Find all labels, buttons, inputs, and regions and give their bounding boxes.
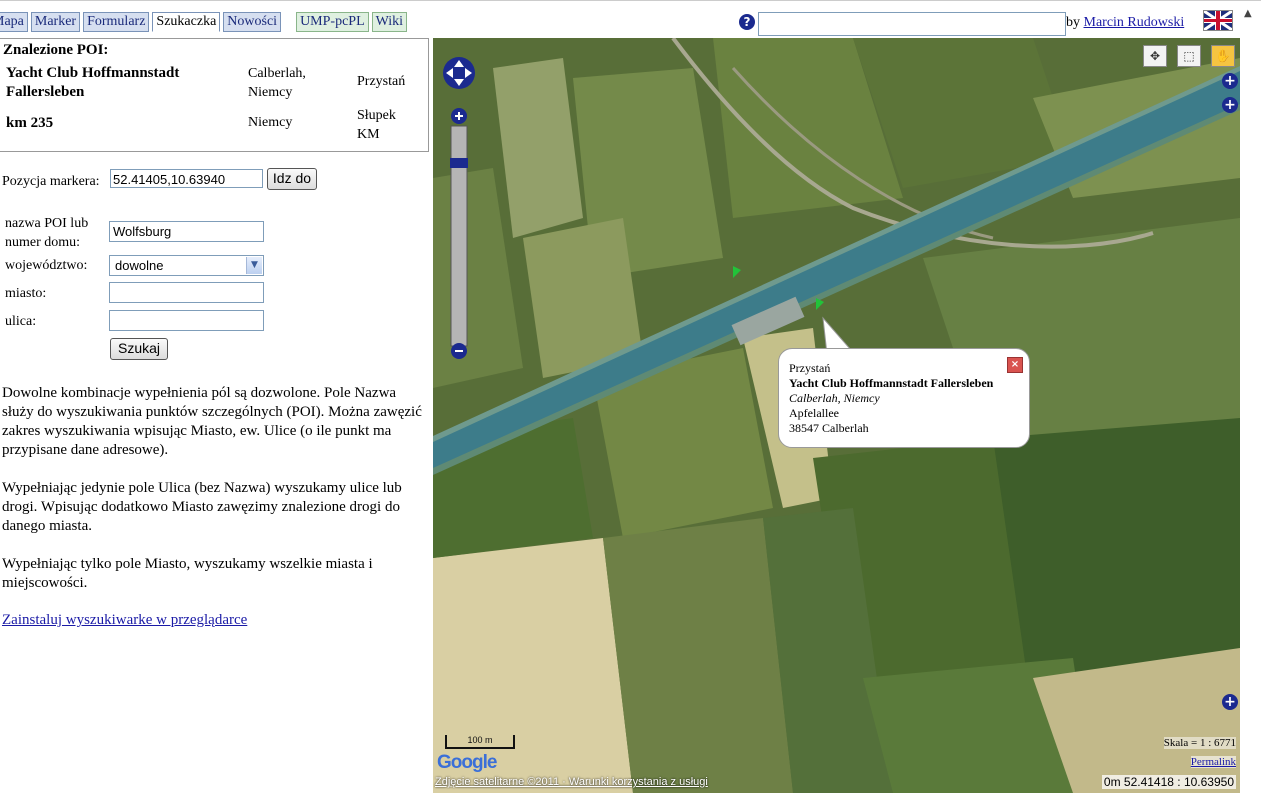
province-select-value: dowolne (115, 258, 164, 273)
tab-wiki[interactable]: Wiki (371, 12, 408, 32)
top-bar: Mapa Marker Formularz Szukaczka Nowości … (0, 0, 1261, 38)
google-logo: Google (437, 752, 497, 773)
by-prefix: by (1066, 15, 1080, 30)
poi-info-popup: × Przystań Yacht Club Hoffmannstadt Fall… (778, 348, 1030, 448)
poi-result-place: Niemcy (248, 115, 293, 130)
go-to-button[interactable]: Idz do (267, 168, 317, 190)
popup-street: Apfelallee (789, 406, 839, 420)
window-scrollbar[interactable] (1240, 38, 1261, 798)
poi-result-name[interactable]: Yacht Club Hoffmannstadt Fallersleben (6, 64, 236, 102)
tab-ump-pcpl[interactable]: UMP-pcPL (296, 12, 369, 32)
close-icon[interactable]: × (1007, 357, 1023, 373)
marker-position-input[interactable]: 52.41405,10.63940 (110, 169, 263, 188)
tab-formularz[interactable]: Formularz (83, 12, 150, 32)
tab-mapa[interactable]: Mapa (0, 12, 28, 32)
poi-name-label: nazwa POI lub numer domu: (5, 216, 89, 250)
scroll-up-icon[interactable]: ▲ (1244, 8, 1258, 22)
search-panel: Znalezione POI: Yacht Club Hoffmannstadt… (0, 38, 432, 798)
search-button[interactable]: Szukaj (110, 338, 168, 360)
map-scale-text: Skala = 1 : 6771 (1163, 737, 1236, 749)
help-paragraph-2: Wypełniając jedynie pole Ulica (bez Nazw… (2, 480, 402, 534)
street-input[interactable] (109, 310, 264, 331)
popup-place: Calberlah, Niemcy (789, 391, 880, 405)
top-search-input[interactable] (758, 12, 1066, 36)
poi-result-type: Słupek KM (357, 108, 396, 142)
poi-results-title: Znalezione POI: (3, 42, 109, 58)
uk-flag-icon[interactable] (1203, 10, 1233, 31)
top-border (0, 0, 1261, 7)
popup-type: Przystań (789, 361, 831, 375)
tab-marker[interactable]: Marker (30, 12, 81, 32)
street-label: ulica: (5, 314, 37, 329)
map-copyright-link[interactable]: Zdjęcie satelitarne ©2011 · Warunki korz… (435, 776, 708, 788)
city-input[interactable] (109, 282, 264, 303)
select-area-tool-icon[interactable]: ⬚ (1177, 45, 1201, 67)
permalink-link[interactable]: Permalink (1190, 756, 1236, 768)
city-label: miasto: (5, 286, 47, 301)
poi-name-input[interactable]: Wolfsburg (109, 221, 264, 242)
cursor-coordinates: 0m 52.41418 : 10.63950 (1101, 775, 1236, 789)
pan-tool-icon[interactable]: ✥ (1143, 45, 1167, 67)
province-select[interactable]: dowolne ▼ (109, 255, 264, 276)
poi-results-box: Znalezione POI: Yacht Club Hoffmannstadt… (0, 38, 429, 152)
author-credit: by Marcin Rudowski (1066, 15, 1184, 31)
popup-postal: 38547 Calberlah (789, 421, 869, 435)
help-paragraph-3: Wypełniając tylko pole Miasto, wyszukamy… (2, 556, 373, 591)
poi-result-place: Calberlah, Niemcy (248, 66, 306, 100)
poi-result-name[interactable]: km 235 (6, 115, 236, 132)
poi-result-type: Przystań (357, 74, 406, 89)
install-search-link[interactable]: Zainstaluj wyszukiwarke w przeglądarce (2, 612, 247, 629)
author-link[interactable]: Marcin Rudowski (1084, 15, 1185, 30)
satellite-map[interactable]: ✥ ⬚ ✋ + + + × Przystań Yacht Club Hoffma… (433, 38, 1240, 793)
help-paragraph-1: Dowolne kombinacje wypełnienia pól są do… (2, 385, 422, 458)
tab-nowosci[interactable]: Nowości (223, 12, 282, 32)
tab-szukaczka[interactable]: Szukaczka (152, 12, 221, 32)
map-scale-bar: 100 m (445, 735, 515, 749)
marker-position-label: Pozycja markera: (2, 174, 100, 189)
province-label: województwo: (5, 258, 88, 273)
tab-strip: Mapa Marker Formularz Szukaczka Nowości … (0, 12, 410, 32)
help-icon[interactable]: ? (739, 14, 755, 30)
popup-name: Yacht Club Hoffmannstadt Fallersleben (789, 376, 994, 390)
expand-plus-icon[interactable]: + (1222, 73, 1238, 89)
expand-plus-icon[interactable]: + (1222, 97, 1238, 113)
hand-tool-icon[interactable]: ✋ (1211, 45, 1235, 67)
expand-plus-icon[interactable]: + (1222, 694, 1238, 710)
chevron-down-icon[interactable]: ▼ (246, 257, 262, 274)
